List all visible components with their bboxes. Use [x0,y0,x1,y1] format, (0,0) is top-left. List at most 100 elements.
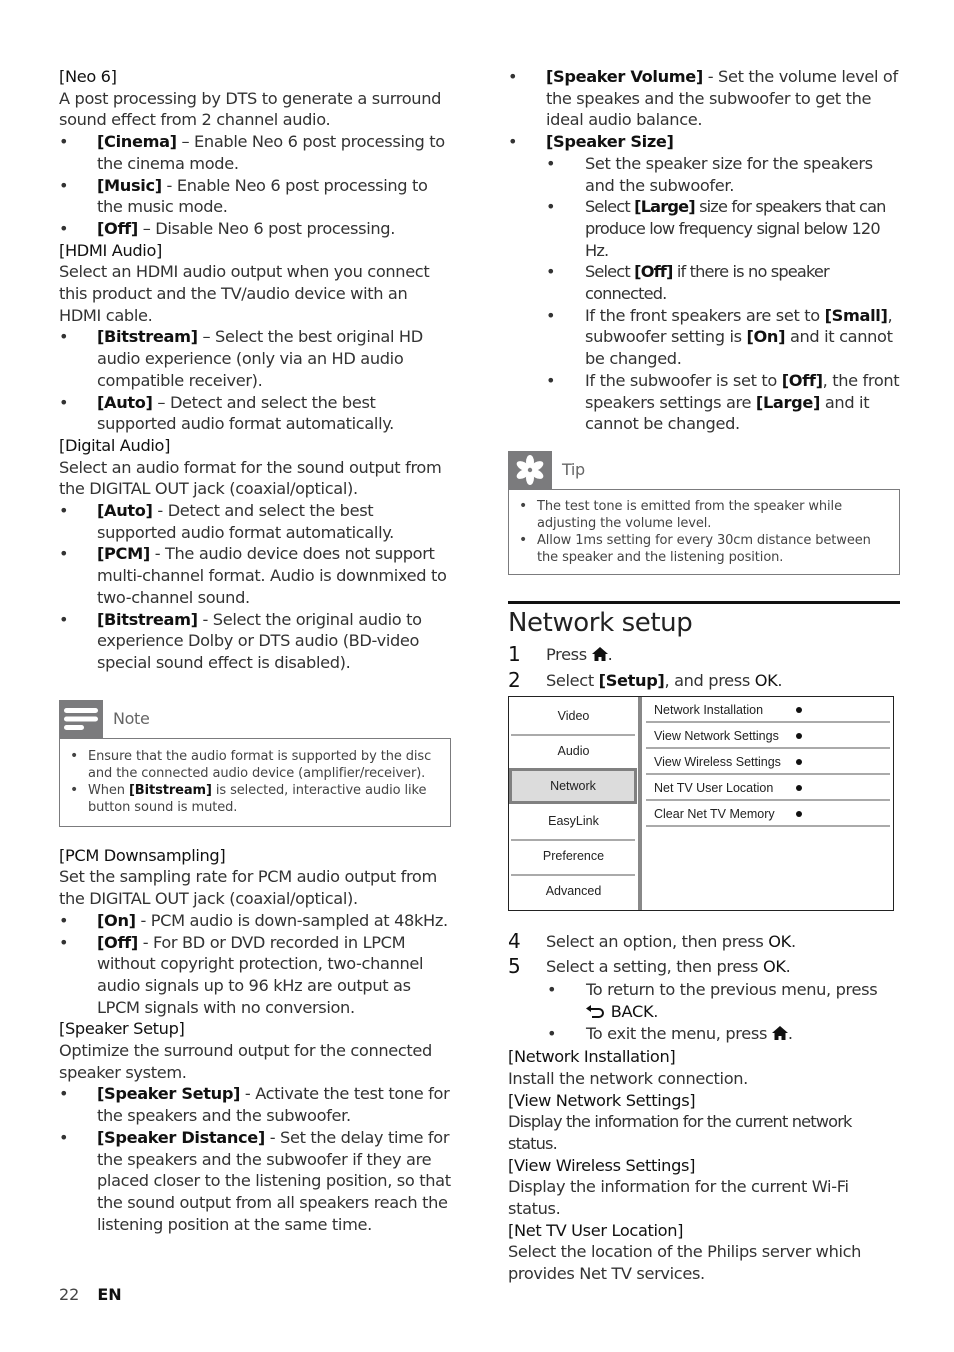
menu-option-view-network-settings[interactable]: View Network Settings [646,723,890,749]
option-label: Network Installation [654,703,764,717]
step: 1 Press . [508,642,900,668]
neo6-options: [Cinema] – Enable Neo 6 post processing … [59,131,451,240]
sub-text: . [653,1001,659,1021]
option-term: [On] [97,910,136,930]
step-term: [Setup] [598,670,665,690]
sub-term: [Large] [755,392,821,412]
speaker-setup-title: [Speaker Setup] [59,1019,185,1039]
speaker-setup-options: [Speaker Setup] - Activate the test tone… [59,1083,451,1235]
sub-term: [On] [746,327,786,347]
menu-category-advanced[interactable]: Advanced [511,874,636,908]
step-text: . [785,957,791,976]
list-item: [Speaker Volume] - Set the volume level … [508,66,900,131]
list-item: [Auto] - Detect and select the best supp… [59,500,451,543]
sub-term: [Large] [634,197,695,217]
step-text: Select a setting, then press [546,957,763,976]
option-term: [Speaker Setup] [97,1084,241,1104]
menu-option-net-tv-user-location[interactable]: Net TV User Location [646,775,890,801]
menu-option-network-installation[interactable]: Network Installation [646,697,890,723]
def-desc: Install the network connection. [508,1068,748,1088]
pcm-downsampling-title: [PCM Downsampling] [59,845,226,865]
sub-item: To return to the previous menu, press BA… [547,979,900,1023]
bullet-icon [796,811,802,817]
step5-sublist: To return to the previous menu, press BA… [547,979,900,1046]
sub-text: To return to the previous menu, press [586,980,878,999]
menu-category-video[interactable]: Video [511,699,636,733]
menu-category-audio[interactable]: Audio [511,734,636,768]
list-item: [Bitstream] - Select the original audio … [59,609,451,674]
option-text: - PCM audio is down-sampled at 48kHz. [135,910,448,930]
sub-item: Set the speaker size for the speakers an… [546,153,900,196]
def-desc: Select the location of the Philips serve… [508,1242,862,1284]
list-item: [Off] - For BD or DVD recorded in LPCM w… [59,932,451,1019]
ok-key: OK [768,932,791,951]
menu-option-view-wireless-settings[interactable]: View Wireless Settings [646,749,890,775]
menu-category-easylink[interactable]: EasyLink [511,804,636,838]
speaker-size-sublist: Set the speaker size for the speakers an… [546,153,900,435]
network-steps-continued: 4 Select an option, then press OK. 5 Selec… [508,929,900,1285]
sub-text: Set the speaker size for the speakers an… [585,153,873,195]
option-term: [Speaker Distance] [97,1127,265,1147]
option-term: [Speaker Size] [546,132,674,152]
left-column: [Neo 6] A post processing by DTS to gene… [59,66,451,1235]
back-icon [586,1002,606,1024]
list-item: [Bitstream] – Select the best original H… [59,326,451,391]
note-text: Ensure that the audio format is supporte… [88,748,432,781]
list-item: [On] - PCM audio is down-sampled at 48kH… [59,910,451,932]
list-item: [Speaker Size] Set the speaker size for … [508,131,900,435]
option-term: [Off] [97,932,138,952]
step: 5 Select a setting, then press OK. [508,954,900,979]
digital-audio-desc: Select an audio format for the sound out… [59,457,442,499]
tip-item: Allow 1ms setting for every 30cm distanc… [519,532,891,566]
list-item: [Cinema] – Enable Neo 6 post processing … [59,131,451,174]
def-term: [View Network Settings] [508,1090,696,1110]
page-footer: 22 EN [59,1285,122,1304]
note-title: Note [113,708,150,728]
pcm-downsampling-options: [On] - PCM audio is down-sampled at 48kH… [59,910,451,1019]
bullet-icon [796,785,802,791]
option-text: - For BD or DVD recorded in LPCM without… [97,932,424,1017]
menu-category-preference[interactable]: Preference [511,839,636,873]
list-item: [Speaker Setup] - Activate the test tone… [59,1083,451,1126]
menu-option-clear-net-tv-memory[interactable]: Clear Net TV Memory [646,801,890,827]
note-item: Ensure that the audio format is supporte… [70,748,442,782]
step-text: Select [546,670,599,690]
hdmi-audio-title: [HDMI Audio] [59,240,162,260]
section-heading: Network setup [508,600,900,640]
sub-text: Select [585,262,635,282]
note-box: Note Ensure that the audio format is sup… [59,699,451,827]
def-desc: Display the information for the current … [508,1112,852,1153]
menu-category-network[interactable]: Network [509,768,637,804]
speaker-options: [Speaker Volume] - Set the volume level … [508,66,900,435]
note-body: Ensure that the audio format is supporte… [59,737,451,827]
home-icon [771,1024,788,1046]
option-label: Clear Net TV Memory [654,807,775,821]
step-number: 5 [508,954,521,978]
back-key: BACK [610,1001,654,1021]
step-text: . [607,644,613,664]
option-term: [Music] [97,175,162,195]
bullet-icon [796,733,802,739]
step-text: . [790,932,796,951]
step-number: 2 [508,667,521,692]
step-text: , and press [664,670,755,690]
setup-menu: Video Audio Network EasyLink Preference … [508,696,894,911]
menu-options: Network Installation View Network Settin… [646,697,890,827]
hdmi-audio-desc: Select an HDMI audio output when you con… [59,262,430,325]
speaker-setup-desc: Optimize the surround output for the con… [59,1041,432,1082]
option-text: - The audio device does not support mult… [97,544,447,607]
hdmi-audio-options: [Bitstream] – Select the best original H… [59,326,451,435]
note-header: Note [59,699,451,738]
language-code: EN [97,1285,122,1304]
step-number: 1 [508,641,521,666]
home-icon [591,643,608,668]
sub-text: Select [585,197,635,217]
option-term: [Auto] [97,392,153,412]
tip-box: Tip The test tone is emitted from the sp… [508,450,900,575]
option-term: [Bitstream] [97,327,198,347]
def-desc: Display the information for the current … [508,1177,849,1219]
option-term: [Bitstream] [97,609,198,629]
list-item: [Music] - Enable Neo 6 post processing t… [59,175,451,218]
bullet-icon [796,707,802,713]
sub-term: [Small] [824,305,888,325]
